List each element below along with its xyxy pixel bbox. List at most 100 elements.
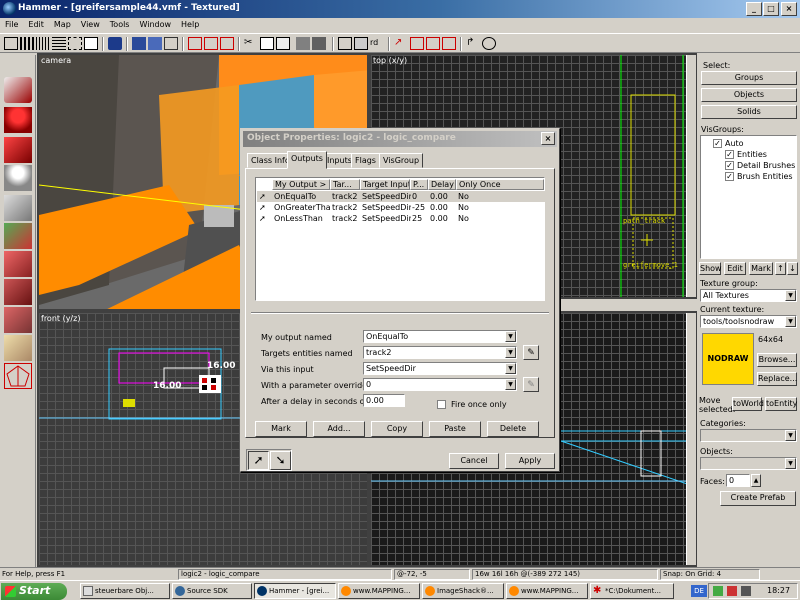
window-titlebar[interactable]: Hammer - [greifersample44.vmf - Textured…	[0, 0, 800, 18]
selection-box-icon[interactable]	[338, 37, 352, 50]
to-entity-button[interactable]: toEntity	[765, 397, 797, 411]
dialog-close-button[interactable]: ×	[541, 132, 555, 145]
vis-detail-checkbox[interactable]: ✓	[725, 161, 734, 170]
tray-icon-2[interactable]	[727, 586, 737, 596]
faces-stepper[interactable]: ▲	[751, 474, 761, 487]
texture-replace-button[interactable]: Replace...	[757, 372, 797, 386]
close-button[interactable]: ×	[781, 2, 797, 16]
targets-select[interactable]: track2 ▼	[363, 346, 517, 359]
col-target-input[interactable]: Target Input	[360, 179, 410, 190]
layer-icon[interactable]	[410, 37, 424, 50]
maximize-button[interactable]: □	[763, 2, 779, 16]
task-hammer[interactable]: Hammer - [grei...	[254, 583, 336, 599]
camera-tool-icon[interactable]	[4, 137, 32, 163]
ungroup-icon[interactable]	[148, 37, 162, 50]
menu-map[interactable]: Map	[49, 18, 76, 31]
eyedropper-icon[interactable]: ✎	[523, 345, 539, 360]
dialog-titlebar[interactable]: Object Properties: logic2 - logic_compar…	[243, 131, 557, 147]
layer-3-icon[interactable]	[442, 37, 456, 50]
tab-outputs[interactable]: Outputs	[287, 151, 327, 169]
vis-auto-checkbox[interactable]: ✓	[713, 139, 722, 148]
task-dokument[interactable]: ✱ *C:\Dokument...	[590, 583, 674, 599]
outgoing-connection-icon[interactable]: ➚	[248, 451, 269, 470]
selection-tool-icon[interactable]	[4, 77, 32, 103]
vertex-tool-icon[interactable]	[4, 363, 32, 389]
my-output-select[interactable]: OnEqualTo ▼	[363, 330, 517, 343]
table-row[interactable]: ➚ OnEqualTo track2 SetSpeedDir 0 0.00 No	[257, 191, 545, 202]
menu-tools[interactable]: Tools	[105, 18, 135, 31]
apply-texture-icon[interactable]	[4, 251, 32, 277]
entity-report-icon[interactable]	[164, 37, 178, 50]
pointer-icon[interactable]: ↱	[466, 37, 480, 50]
select-groups-button[interactable]: Groups	[701, 71, 797, 85]
vis-mark-button[interactable]: Mark	[749, 262, 773, 275]
start-button[interactable]: Start	[1, 583, 67, 600]
minimize-button[interactable]: _	[746, 2, 762, 16]
col-my-output[interactable]: My Output >	[272, 179, 330, 190]
menu-edit[interactable]: Edit	[23, 18, 49, 31]
menu-window[interactable]: Window	[134, 18, 176, 31]
top-view-scrollbar[interactable]	[686, 55, 696, 297]
select-solids-button[interactable]: Solids	[701, 105, 797, 119]
magnify-tool-icon[interactable]	[4, 107, 32, 133]
help-icon[interactable]	[482, 37, 496, 50]
task-mapping-1[interactable]: www.MAPPING...	[338, 583, 420, 599]
display-icon[interactable]	[296, 37, 310, 50]
col-parameter[interactable]: P...	[410, 179, 428, 190]
toggle-selection-icon[interactable]	[354, 37, 368, 50]
hide-items-icon[interactable]	[84, 37, 98, 50]
cut-icon[interactable]: ✂	[244, 37, 258, 50]
clock[interactable]: 18:27	[767, 586, 790, 595]
texture-group-select[interactable]: All Textures ▼	[700, 289, 797, 302]
texture-lock-icon[interactable]	[188, 37, 202, 50]
cancel-button[interactable]: Cancel	[449, 453, 499, 469]
cordon-icon[interactable]	[312, 37, 326, 50]
faces-input[interactable]: 0	[726, 474, 750, 487]
texture-scale-lock-icon[interactable]	[204, 37, 218, 50]
radius-culling-icon[interactable]: rd	[370, 37, 384, 50]
block-tool-icon[interactable]	[4, 195, 32, 221]
vis-brush-checkbox[interactable]: ✓	[725, 172, 734, 181]
copy-button[interactable]: Copy	[371, 421, 423, 437]
dotted-grid-icon[interactable]	[68, 37, 82, 50]
entity-tool-icon[interactable]	[4, 165, 32, 191]
grid-larger-icon[interactable]	[36, 37, 50, 50]
group-icon[interactable]	[132, 37, 146, 50]
clipping-tool-icon[interactable]	[4, 335, 32, 361]
grid-toggle-icon[interactable]	[4, 37, 18, 50]
menu-help[interactable]: Help	[176, 18, 204, 31]
paste-icon[interactable]	[276, 37, 290, 50]
task-imageshack[interactable]: ImageShack®...	[422, 583, 504, 599]
task-mapping-2[interactable]: www.MAPPING...	[506, 583, 588, 599]
via-input-select[interactable]: SetSpeedDir ▼	[363, 362, 517, 375]
volume-icon[interactable]	[741, 586, 751, 596]
vis-edit-button[interactable]: Edit	[724, 262, 746, 275]
menu-file[interactable]: File	[0, 18, 23, 31]
paste-button[interactable]: Paste	[429, 421, 481, 437]
col-only-once[interactable]: Only Once	[456, 179, 544, 190]
task-steuerbare[interactable]: steuerbare Obj...	[80, 583, 170, 599]
apply-button[interactable]: Apply	[505, 453, 555, 469]
visgroups-tree[interactable]: ✓ Auto ✓ Entities ✓ Detail Brushes ✓ Bru…	[700, 135, 797, 259]
vis-show-button[interactable]: Show	[699, 262, 722, 275]
side-view-scrollbar[interactable]	[686, 313, 696, 565]
vis-up-button[interactable]: ↑	[775, 262, 786, 275]
grid-3d-icon[interactable]	[52, 37, 66, 50]
cursor-icon[interactable]: ↗	[394, 37, 408, 50]
vis-entities-checkbox[interactable]: ✓	[725, 150, 734, 159]
texture-preview[interactable]: NODRAW	[702, 333, 754, 385]
select-objects-button[interactable]: Objects	[701, 88, 797, 102]
texture-browse-button[interactable]: Browse...	[757, 353, 797, 367]
decal-tool-icon[interactable]	[4, 279, 32, 305]
language-indicator[interactable]: DE	[691, 585, 707, 597]
overlay-tool-icon[interactable]	[4, 307, 32, 333]
layer-2-icon[interactable]	[426, 37, 440, 50]
mark-button[interactable]: Mark	[255, 421, 307, 437]
copy-icon[interactable]	[260, 37, 274, 50]
texture-application-icon[interactable]	[4, 223, 32, 249]
delay-input[interactable]: 0.00	[363, 394, 405, 407]
col-target[interactable]: Tar...	[330, 179, 360, 190]
param-override-select[interactable]: 0 ▼	[363, 378, 517, 391]
texture-alignment-icon[interactable]	[220, 37, 234, 50]
objects-select[interactable]: ▼	[700, 457, 797, 470]
